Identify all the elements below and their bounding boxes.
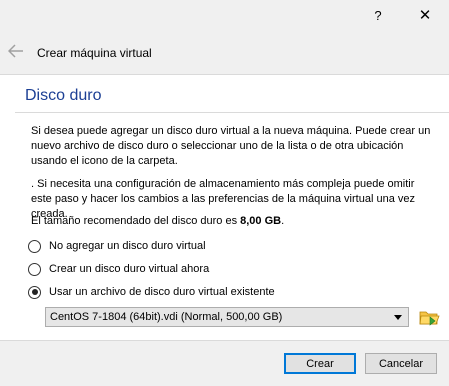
window-titlebar: ? ✕ Crear máquina virtual — [0, 0, 449, 75]
radio-no-disk[interactable] — [28, 239, 41, 253]
close-button[interactable]: ✕ — [405, 0, 445, 30]
create-button[interactable]: Crear — [284, 353, 356, 374]
radio-use-existing-disk[interactable] — [28, 285, 41, 299]
chevron-down-icon — [394, 315, 402, 320]
option-use-existing-disk-label: Usar un archivo de disco duro virtual ex… — [49, 286, 275, 298]
disk-file-select-value: CentOS 7-1804 (64bit).vdi (Normal, 500,0… — [50, 311, 283, 323]
wizard-title: Crear máquina virtual — [37, 46, 152, 60]
option-create-disk[interactable]: Crear un disco duro virtual ahora — [28, 261, 209, 277]
wizard-content: Si desea puede agregar un disco duro vir… — [15, 112, 449, 341]
folder-open-icon[interactable] — [418, 306, 440, 328]
description-paragraph: Si desea puede agregar un disco duro vir… — [31, 125, 431, 167]
help-button[interactable]: ? — [358, 0, 398, 30]
recommended-size-value: 8,00 GB — [240, 215, 282, 227]
option-create-disk-label: Crear un disco duro virtual ahora — [49, 263, 210, 275]
back-arrow-icon[interactable] — [8, 44, 24, 58]
option-no-disk[interactable]: No agregar un disco duro virtual — [28, 238, 206, 254]
dialog-footer: Crear Cancelar — [0, 340, 449, 386]
recommended-size-text: El tamaño recomendado del disco duro es … — [31, 214, 436, 229]
recommended-size-prefix: El tamaño recomendado del disco duro es — [31, 215, 241, 227]
option-no-disk-label: No agregar un disco duro virtual — [49, 240, 206, 252]
page-title: Disco duro — [25, 87, 102, 104]
radio-create-disk[interactable] — [28, 262, 41, 276]
header-divider — [0, 74, 449, 75]
option-use-existing-disk[interactable]: Usar un archivo de disco duro virtual ex… — [28, 284, 275, 300]
disk-file-select[interactable]: CentOS 7-1804 (64bit).vdi (Normal, 500,0… — [45, 307, 409, 327]
cancel-button[interactable]: Cancelar — [365, 353, 437, 374]
recommended-size-suffix: . — [281, 215, 285, 227]
